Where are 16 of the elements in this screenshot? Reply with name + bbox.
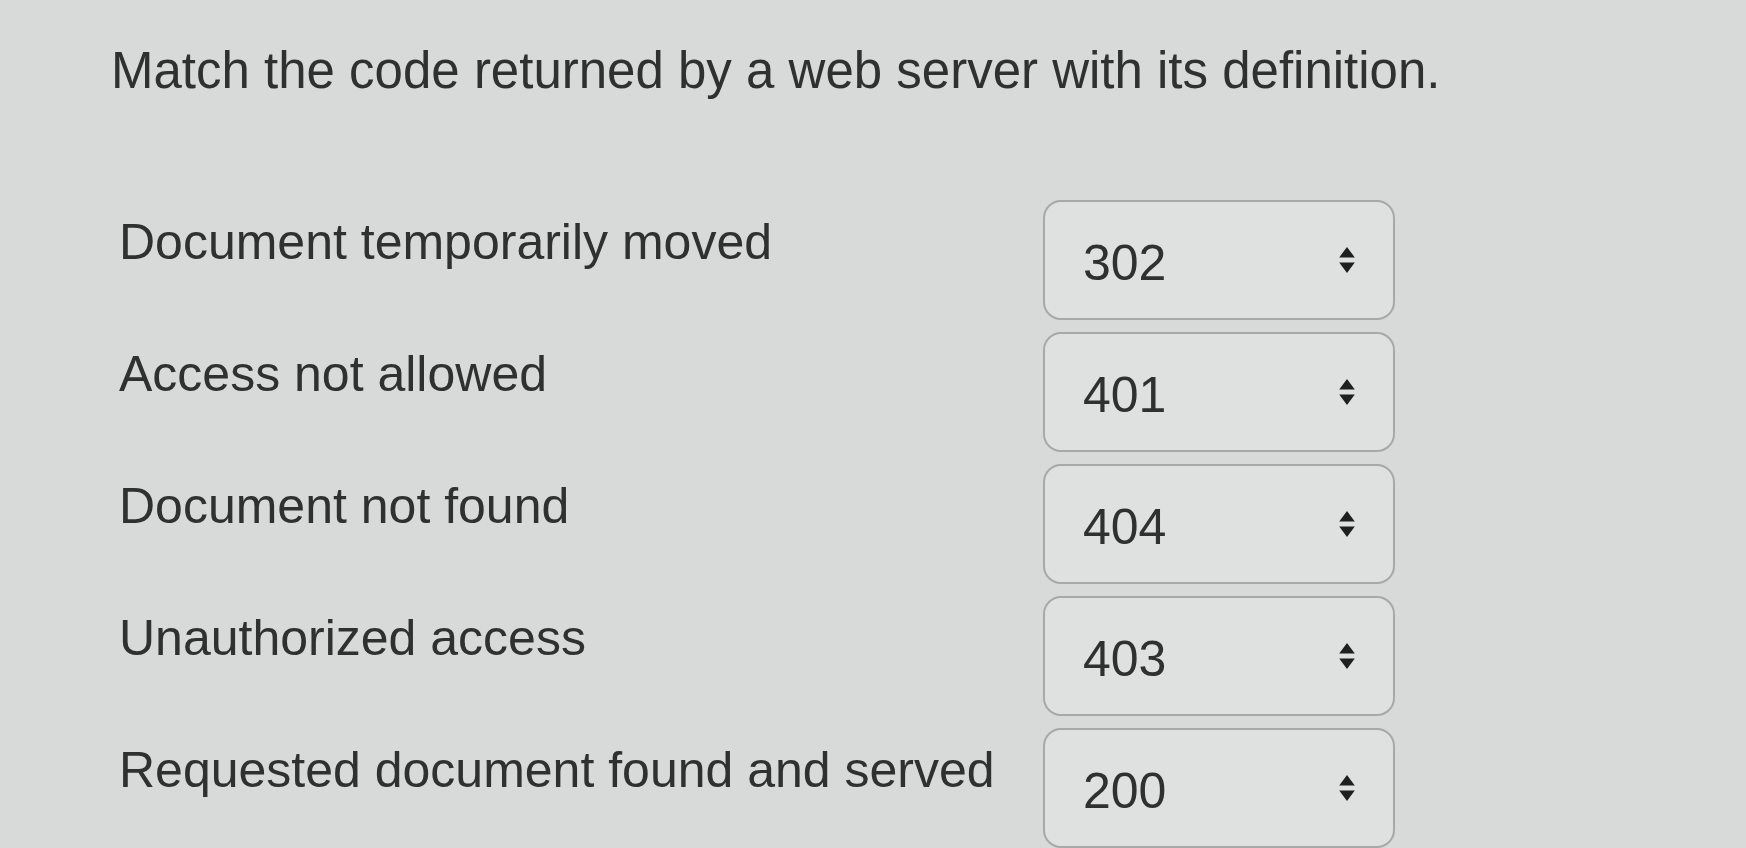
question-text: Match the code returned by a web server with its definition. xyxy=(111,41,1441,101)
definition-label: Unauthorized access xyxy=(118,609,587,668)
sort-arrows-icon xyxy=(1339,247,1355,273)
definition-label: Document not found xyxy=(118,477,571,536)
sort-arrows-icon xyxy=(1339,511,1355,537)
code-dropdown[interactable]: 200 xyxy=(1043,728,1395,848)
code-dropdown[interactable]: 302 xyxy=(1043,200,1395,320)
code-dropdown[interactable]: 404 xyxy=(1043,464,1395,584)
sort-arrows-icon xyxy=(1339,775,1355,801)
sort-arrows-icon xyxy=(1339,379,1355,405)
code-dropdown[interactable]: 403 xyxy=(1043,596,1395,716)
definition-label: Requested document found and served xyxy=(118,741,996,800)
sort-arrows-icon xyxy=(1339,643,1355,669)
definition-label: Access not allowed xyxy=(118,345,548,404)
definition-label: Document temporarily moved xyxy=(118,213,774,272)
code-dropdown[interactable]: 401 xyxy=(1043,332,1395,452)
